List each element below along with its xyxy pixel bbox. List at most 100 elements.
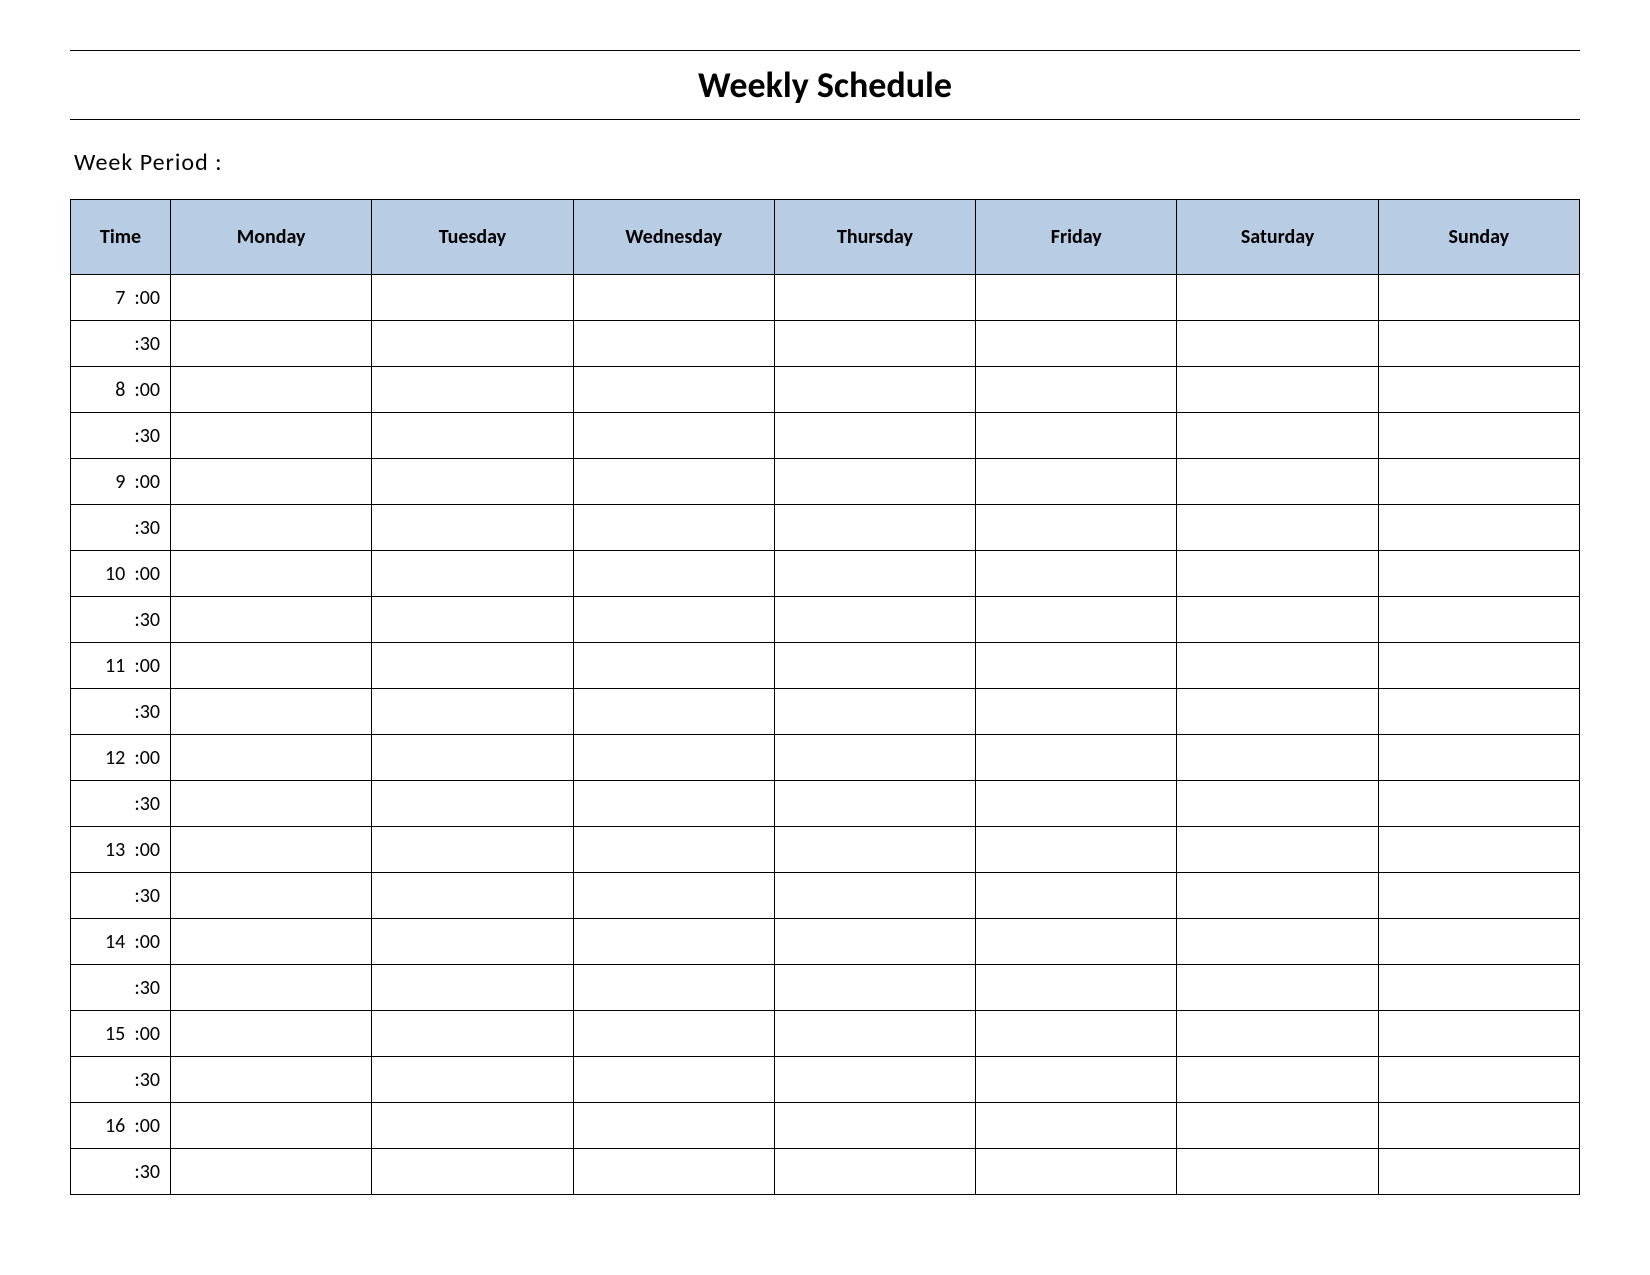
schedule-cell[interactable] (573, 689, 774, 735)
schedule-cell[interactable] (171, 735, 372, 781)
schedule-cell[interactable] (171, 1057, 372, 1103)
schedule-cell[interactable] (774, 827, 975, 873)
schedule-cell[interactable] (1177, 689, 1378, 735)
schedule-cell[interactable] (1378, 1149, 1579, 1195)
schedule-cell[interactable] (1177, 781, 1378, 827)
schedule-cell[interactable] (372, 873, 573, 919)
schedule-cell[interactable] (1378, 321, 1579, 367)
schedule-cell[interactable] (372, 781, 573, 827)
schedule-cell[interactable] (774, 597, 975, 643)
schedule-cell[interactable] (774, 965, 975, 1011)
schedule-cell[interactable] (774, 1103, 975, 1149)
schedule-cell[interactable] (171, 551, 372, 597)
schedule-cell[interactable] (171, 1011, 372, 1057)
schedule-cell[interactable] (1177, 1103, 1378, 1149)
schedule-cell[interactable] (976, 367, 1177, 413)
schedule-cell[interactable] (1378, 1057, 1579, 1103)
schedule-cell[interactable] (976, 413, 1177, 459)
schedule-cell[interactable] (372, 275, 573, 321)
schedule-cell[interactable] (171, 919, 372, 965)
schedule-cell[interactable] (171, 873, 372, 919)
schedule-cell[interactable] (573, 1103, 774, 1149)
schedule-cell[interactable] (1378, 919, 1579, 965)
schedule-cell[interactable] (171, 827, 372, 873)
schedule-cell[interactable] (372, 505, 573, 551)
schedule-cell[interactable] (372, 1103, 573, 1149)
schedule-cell[interactable] (1177, 597, 1378, 643)
schedule-cell[interactable] (1177, 643, 1378, 689)
schedule-cell[interactable] (1177, 827, 1378, 873)
schedule-cell[interactable] (171, 505, 372, 551)
schedule-cell[interactable] (1177, 505, 1378, 551)
schedule-cell[interactable] (1378, 459, 1579, 505)
schedule-cell[interactable] (774, 275, 975, 321)
schedule-cell[interactable] (1177, 551, 1378, 597)
schedule-cell[interactable] (372, 367, 573, 413)
schedule-cell[interactable] (976, 597, 1177, 643)
schedule-cell[interactable] (1378, 551, 1579, 597)
schedule-cell[interactable] (774, 367, 975, 413)
schedule-cell[interactable] (976, 1011, 1177, 1057)
schedule-cell[interactable] (976, 275, 1177, 321)
schedule-cell[interactable] (372, 689, 573, 735)
schedule-cell[interactable] (1177, 413, 1378, 459)
schedule-cell[interactable] (372, 735, 573, 781)
schedule-cell[interactable] (171, 367, 372, 413)
schedule-cell[interactable] (774, 781, 975, 827)
schedule-cell[interactable] (1177, 459, 1378, 505)
schedule-cell[interactable] (1378, 1011, 1579, 1057)
schedule-cell[interactable] (372, 1011, 573, 1057)
schedule-cell[interactable] (171, 597, 372, 643)
schedule-cell[interactable] (774, 505, 975, 551)
schedule-cell[interactable] (573, 321, 774, 367)
schedule-cell[interactable] (774, 735, 975, 781)
schedule-cell[interactable] (1378, 735, 1579, 781)
schedule-cell[interactable] (1177, 1149, 1378, 1195)
schedule-cell[interactable] (573, 551, 774, 597)
schedule-cell[interactable] (171, 321, 372, 367)
schedule-cell[interactable] (1177, 1057, 1378, 1103)
schedule-cell[interactable] (372, 919, 573, 965)
schedule-cell[interactable] (1378, 873, 1579, 919)
schedule-cell[interactable] (976, 459, 1177, 505)
schedule-cell[interactable] (1378, 275, 1579, 321)
schedule-cell[interactable] (171, 413, 372, 459)
schedule-cell[interactable] (774, 1011, 975, 1057)
schedule-cell[interactable] (774, 1057, 975, 1103)
schedule-cell[interactable] (1177, 275, 1378, 321)
schedule-cell[interactable] (372, 1057, 573, 1103)
schedule-cell[interactable] (1177, 367, 1378, 413)
schedule-cell[interactable] (774, 413, 975, 459)
schedule-cell[interactable] (372, 321, 573, 367)
schedule-cell[interactable] (1177, 965, 1378, 1011)
schedule-cell[interactable] (1378, 965, 1579, 1011)
schedule-cell[interactable] (774, 919, 975, 965)
schedule-cell[interactable] (1378, 689, 1579, 735)
schedule-cell[interactable] (1378, 781, 1579, 827)
schedule-cell[interactable] (372, 827, 573, 873)
schedule-cell[interactable] (774, 1149, 975, 1195)
schedule-cell[interactable] (976, 643, 1177, 689)
schedule-cell[interactable] (573, 1149, 774, 1195)
schedule-cell[interactable] (976, 321, 1177, 367)
schedule-cell[interactable] (976, 505, 1177, 551)
schedule-cell[interactable] (372, 459, 573, 505)
schedule-cell[interactable] (573, 1011, 774, 1057)
schedule-cell[interactable] (1177, 321, 1378, 367)
schedule-cell[interactable] (1378, 827, 1579, 873)
schedule-cell[interactable] (171, 275, 372, 321)
schedule-cell[interactable] (774, 321, 975, 367)
schedule-cell[interactable] (372, 643, 573, 689)
schedule-cell[interactable] (573, 505, 774, 551)
schedule-cell[interactable] (976, 551, 1177, 597)
schedule-cell[interactable] (1378, 597, 1579, 643)
schedule-cell[interactable] (976, 1103, 1177, 1149)
schedule-cell[interactable] (573, 597, 774, 643)
schedule-cell[interactable] (573, 459, 774, 505)
schedule-cell[interactable] (171, 781, 372, 827)
schedule-cell[interactable] (372, 551, 573, 597)
schedule-cell[interactable] (774, 643, 975, 689)
schedule-cell[interactable] (976, 735, 1177, 781)
schedule-cell[interactable] (171, 459, 372, 505)
schedule-cell[interactable] (976, 919, 1177, 965)
